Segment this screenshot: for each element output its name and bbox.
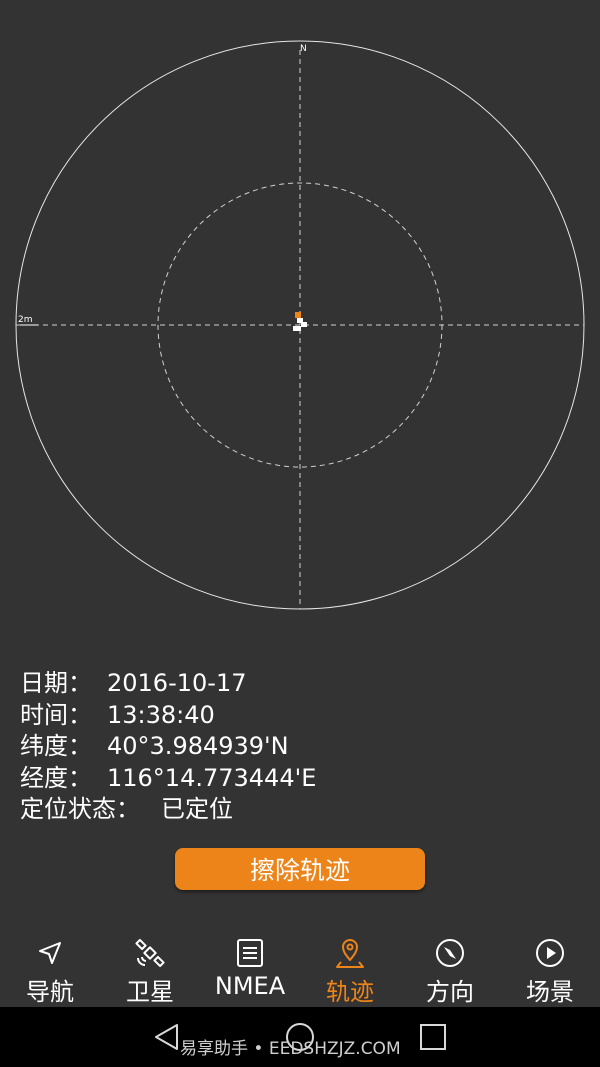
location-pin-icon (336, 939, 364, 968)
fix-status-row: 定位状态： 已定位 (20, 794, 316, 826)
tab-direction[interactable]: 方向 (400, 930, 500, 1007)
track-point (301, 322, 307, 327)
tab-label: 卫星 (126, 978, 174, 1006)
north-label: N (300, 44, 307, 54)
time-row: 时间： 13:38:40 (20, 700, 316, 732)
satellite-icon (135, 938, 165, 968)
fix-status-value: 已定位 (161, 795, 233, 823)
latitude-label: 纬度： (20, 732, 92, 760)
tab-label: 方向 (426, 978, 474, 1006)
tab-scene[interactable]: 场景 (500, 930, 600, 1007)
latitude-value: 40°3.984939'N (107, 732, 289, 760)
play-circle-icon (536, 939, 564, 967)
time-value: 13:38:40 (107, 700, 215, 729)
system-nav-bar: 易享助手 • EEDSHZJZ.COM (0, 1007, 600, 1067)
tab-label: NMEA (214, 972, 286, 1000)
clear-track-button[interactable]: 擦除轨迹 (175, 848, 425, 890)
date-label: 日期： (20, 669, 92, 697)
document-lines-icon (237, 939, 263, 967)
tab-track[interactable]: 轨迹 (300, 930, 400, 1007)
bottom-tab-bar: 导航 卫星 NMEA 轨迹 方向 场景 (0, 930, 600, 1007)
date-value: 2016-10-17 (107, 669, 247, 697)
compass-icon (436, 939, 464, 967)
watermark: 易享助手 • EEDSHZJZ.COM (180, 1039, 401, 1059)
track-point-current (295, 312, 301, 318)
tab-satellite[interactable]: 卫星 (100, 930, 200, 1007)
tab-label: 轨迹 (326, 978, 374, 1006)
date-row: 日期： 2016-10-17 (20, 668, 316, 700)
tab-label: 导航 (26, 978, 74, 1006)
location-info: 日期： 2016-10-17 时间： 13:38:40 纬度： 40°3.984… (20, 668, 316, 826)
fix-status-label: 定位状态： (20, 795, 140, 823)
time-label: 时间： (20, 700, 92, 729)
longitude-value: 116°14.773444'E (107, 763, 317, 792)
radar-canvas (15, 40, 585, 610)
scale-label: 2m (18, 315, 33, 325)
navigation-arrow-icon (39, 942, 61, 964)
track-points (293, 312, 307, 331)
track-point (293, 326, 301, 331)
tab-label: 场景 (526, 978, 574, 1006)
recent-apps-icon[interactable] (418, 1022, 448, 1052)
tab-navigation[interactable]: 导航 (0, 930, 100, 1007)
latitude-row: 纬度： 40°3.984939'N (20, 731, 316, 763)
back-triangle-icon[interactable] (152, 1022, 182, 1052)
longitude-row: 经度： 116°14.773444'E (20, 763, 316, 795)
longitude-label: 经度： (20, 763, 92, 792)
tab-nmea[interactable]: NMEA (200, 930, 300, 1007)
